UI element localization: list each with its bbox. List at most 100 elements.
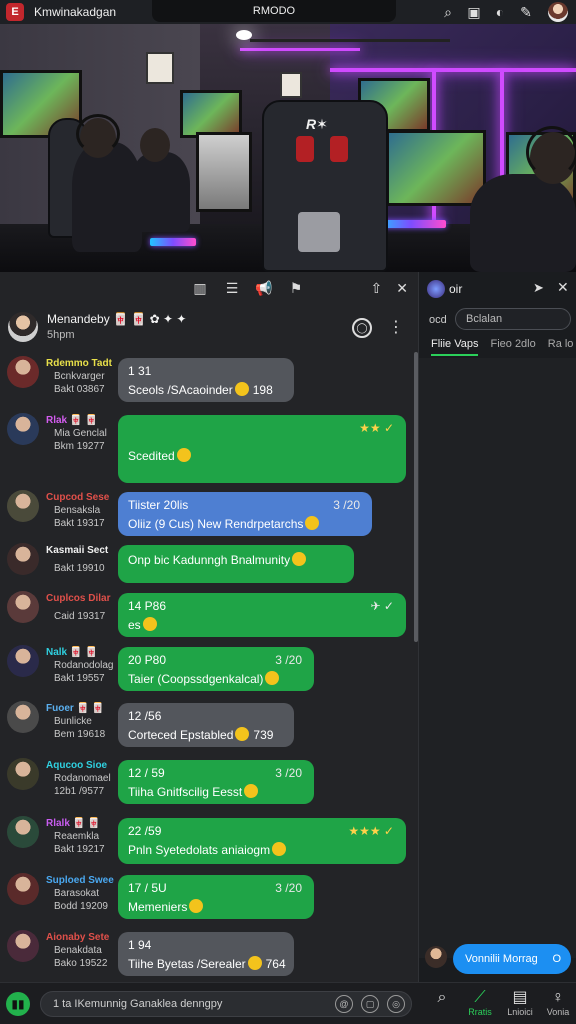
pen-icon[interactable]: ✎ <box>514 0 538 24</box>
message-header: 1 31 <box>128 364 152 378</box>
search-icon[interactable]: ⌕ <box>436 0 460 24</box>
megaphone-icon[interactable]: 📢 <box>254 280 274 297</box>
stream-title[interactable]: RMODO <box>152 0 396 22</box>
send-icon[interactable]: ➤ <box>533 280 544 296</box>
list-icon[interactable]: ☰ <box>222 280 242 297</box>
message-text: Scedited <box>128 449 175 463</box>
scene-headset <box>76 114 120 154</box>
search-input[interactable]: Bclalan <box>455 308 571 330</box>
message-bubble[interactable]: Onp bic Kadunngh Bnalmunity <box>118 545 354 583</box>
message-username[interactable]: Rdemmo Tadt <box>46 358 112 369</box>
avatar[interactable] <box>7 356 39 388</box>
avatar <box>425 946 447 968</box>
emoji-icon[interactable]: @ <box>335 995 353 1013</box>
message-input[interactable]: 1 ta IKemunnig Ganaklea denngpy @ ▢ ◎ <box>40 991 412 1017</box>
tab-third[interactable]: Ra lo <box>536 336 574 356</box>
chair-logo: R✶ <box>306 116 328 132</box>
emoji-icon <box>142 617 157 631</box>
nav-label: Vonia <box>546 1007 570 1017</box>
message-username[interactable]: Rlalk 🀄 🀄 <box>46 818 100 829</box>
message-username[interactable]: Nalk 🀄 🀄 <box>46 647 98 658</box>
message-username[interactable]: Kasmaii Sect <box>46 545 108 556</box>
message-bubble[interactable]: Tiister 20lis Oliiz (9 Cus) New Rendrpeta… <box>118 492 372 536</box>
message-text: Corteced Epstabled <box>128 728 234 742</box>
side-panel-title: oir <box>449 282 463 296</box>
message-bubble[interactable]: 12 /56 Corteced Epstabled 739 <box>118 703 294 747</box>
message-meta: Bakt 19317 <box>54 518 105 529</box>
avatar[interactable] <box>7 591 39 623</box>
message-bubble[interactable]: Scedited ★★ ✓ <box>118 415 406 483</box>
nav-user[interactable]: ♀ Vonia <box>540 989 576 1017</box>
message-bubble[interactable]: 17 / 5U Memeniers 3 /20 <box>118 875 314 919</box>
scene-keyboard <box>150 238 196 246</box>
tab-files[interactable]: Fliie Vaps <box>431 336 479 356</box>
avatar[interactable] <box>7 490 39 522</box>
more-icon[interactable]: ⋮ <box>388 317 404 337</box>
avatar[interactable] <box>7 645 39 677</box>
message-meta: Caid 19317 <box>54 611 106 622</box>
chat-mode-icons: ▥ ☰ 📢 ⚑ <box>190 280 306 297</box>
message-status: 3 /20 <box>275 766 302 780</box>
image-icon[interactable]: ▢ <box>361 995 379 1013</box>
avatar <box>8 312 38 342</box>
message-bubble[interactable]: 20 P80 Taier (Coopssdgenkalcal) 3 /20 <box>118 647 314 691</box>
message-meta: Bako 19522 <box>54 958 108 969</box>
layout-icon[interactable]: ▥ <box>190 280 210 297</box>
avatar[interactable] <box>7 873 39 905</box>
avatar[interactable] <box>7 701 39 733</box>
avatar[interactable] <box>7 930 39 962</box>
message-text: Memeniers <box>128 900 188 914</box>
gallery-icon[interactable]: ▣ <box>462 0 486 24</box>
record-icon[interactable]: ◎ <box>387 995 405 1013</box>
nav-stats[interactable]: ⟋ Rratis <box>462 989 498 1017</box>
message-username[interactable]: Fuoer 🀄 🀄 <box>46 703 104 714</box>
chat-toggle-icon[interactable]: ▮▮ <box>6 992 30 1016</box>
message-bubble[interactable]: 14 P86 es ✈ ✓ <box>118 593 406 637</box>
avatar[interactable] <box>7 758 39 790</box>
close-icon[interactable]: ✕ <box>557 279 569 296</box>
bottom-bar: ▮▮ 1 ta IKemunnig Ganaklea denngpy @ ▢ ◎… <box>0 982 576 1024</box>
message-user-role: Reaemkla <box>54 831 100 842</box>
app-logo-icon[interactable]: E <box>6 3 24 21</box>
message-username[interactable]: Aionaby Sete <box>46 932 109 943</box>
message-username[interactable]: Rlak 🀄 🀄 <box>46 415 98 426</box>
message-username[interactable]: Cupcod Sese <box>46 492 109 503</box>
chat-panel: ▥ ☰ 📢 ⚑ ⇧ ✕ Menandeby 🀄 🀄 ✿ ✦ ✦ 5hpm ◯ ⋮… <box>0 272 418 982</box>
message-bubble[interactable]: 12 / 59 Tiiha Gnitfscilig Eesst 3 /20 <box>118 760 314 804</box>
avatar[interactable] <box>548 2 568 22</box>
pinned-message[interactable]: Menandeby 🀄 🀄 ✿ ✦ ✦ 5hpm ◯ ⋮ <box>0 306 418 354</box>
emoji-icon <box>234 382 249 396</box>
stream-video[interactable]: R✶ <box>0 24 576 272</box>
avatar[interactable] <box>7 413 39 445</box>
nav-search[interactable]: ⌕ <box>424 989 460 1007</box>
message-bubble[interactable]: 1 31 Sceols /SAcaoinder 198 <box>118 358 294 402</box>
side-panel-message-button[interactable]: Vonnilii Morrag O <box>453 944 571 974</box>
message-bubble[interactable]: 22 /59 Pnln Syetedolats aniaiogm ★★★ ✓ <box>118 818 406 864</box>
scene-chair-accent <box>330 136 348 162</box>
message-user-role: Bcnkvarger <box>54 371 105 382</box>
avatar[interactable] <box>7 816 39 848</box>
message-header: 12 /56 <box>128 709 162 723</box>
avatar[interactable] <box>7 543 39 575</box>
chat-toolbar-actions: ⇧ ✕ <box>371 280 408 297</box>
message-username[interactable]: Aqucoo Sioe <box>46 760 107 771</box>
side-panel-message-indicator: O <box>552 953 561 965</box>
message-text: Oliiz (9 Cus) New Rendrpetarchs <box>128 517 304 531</box>
settings-icon[interactable]: ◯ <box>352 318 372 338</box>
emoji-icon <box>247 956 262 970</box>
emoji-icon <box>189 899 204 913</box>
message-bubble[interactable]: 1 94 Tiihe Byetas /Serealer 764 <box>118 932 294 976</box>
message-username[interactable]: Cuplcos Dilar <box>46 593 110 604</box>
message-username[interactable]: Suploed Swee <box>46 875 114 886</box>
share-icon[interactable]: ⇧ <box>371 280 383 297</box>
message-meta: Bem 19618 <box>54 729 106 740</box>
poll-icon[interactable]: ⚑ <box>286 280 306 297</box>
close-icon[interactable]: ✕ <box>396 280 408 297</box>
activity-icon[interactable]: ◐ <box>488 0 512 24</box>
nav-box[interactable]: ▤ Lnioici <box>502 989 538 1017</box>
nav-label: Rratis <box>468 1007 492 1017</box>
side-panel-header: oir ➤ ✕ <box>419 272 576 306</box>
emoji-icon <box>176 448 191 462</box>
neon-strip <box>330 68 576 72</box>
tab-second[interactable]: Fieo 2dlo <box>478 336 535 356</box>
